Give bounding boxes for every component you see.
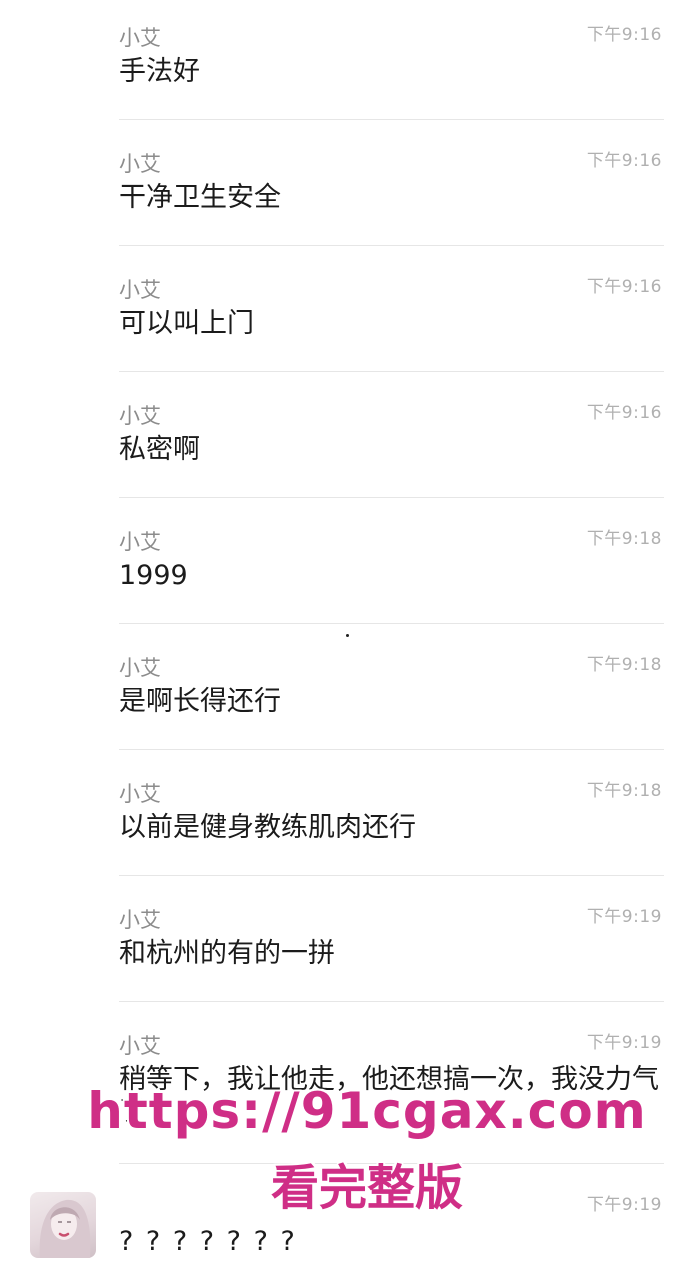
sender-name: 小艾 <box>119 278 161 302</box>
message-time: 下午9:19 <box>586 1033 662 1053</box>
message-text: 以前是健身教练肌肉还行 <box>119 812 416 843</box>
message-divider <box>119 1001 664 1002</box>
message-time: 下午9:16 <box>586 277 662 297</box>
sender-name: 小艾 <box>119 530 161 554</box>
message-time: 下午9:18 <box>586 529 662 549</box>
message-divider <box>119 875 664 876</box>
message-time: 下午9:18 <box>586 781 662 801</box>
message-item[interactable]: 小艾 下午9:16 手法好 <box>0 10 694 120</box>
message-time: 下午9:16 <box>586 25 662 45</box>
sender-name: 小艾 <box>119 404 161 428</box>
message-text: 私密啊 <box>119 434 200 465</box>
sender-name: 小艾 <box>119 908 161 932</box>
message-divider <box>119 497 664 498</box>
sender-name: 小艾 <box>119 26 161 50</box>
sender-name: 小艾 <box>119 656 161 680</box>
message-item[interactable]: 小艾 下午9:18 1999 <box>0 514 694 624</box>
message-text: 1999 <box>119 560 188 591</box>
watermark-caption: 看完整版 <box>270 1160 463 1216</box>
stray-dot <box>346 634 349 637</box>
message-item[interactable]: 小艾 下午9:18 以前是健身教练肌肉还行 <box>0 766 694 876</box>
message-divider <box>119 371 664 372</box>
message-divider <box>119 245 664 246</box>
message-text: 和杭州的有的一拼 <box>119 938 335 969</box>
sender-name: 小艾 <box>119 152 161 176</box>
message-divider <box>119 119 664 120</box>
message-item[interactable]: 小艾 下午9:18 是啊长得还行 <box>0 640 694 750</box>
message-time: 下午9:16 <box>586 151 662 171</box>
message-text: 手法好 <box>119 56 200 87</box>
message-text: ? ? ? ? ? ? ? <box>119 1226 297 1257</box>
message-item[interactable]: 小艾 下午9:16 干净卫生安全 <box>0 136 694 246</box>
message-divider <box>119 623 664 624</box>
message-time: 下午9:18 <box>586 655 662 675</box>
message-text: 是啊长得还行 <box>119 686 281 717</box>
sender-name: 小艾 <box>119 1034 161 1058</box>
message-divider <box>119 749 664 750</box>
message-item[interactable]: 小艾 下午9:16 可以叫上门 <box>0 262 694 372</box>
watermark-url: https://91cgax.com <box>87 1082 647 1140</box>
sender-name: 小艾 <box>119 782 161 806</box>
message-time: 下午9:19 <box>586 907 662 927</box>
message-time: 下午9:16 <box>586 403 662 423</box>
message-item[interactable]: 小艾 下午9:19 和杭州的有的一拼 <box>0 892 694 1002</box>
message-text: 干净卫生安全 <box>119 182 281 213</box>
message-text: 可以叫上门 <box>119 308 254 339</box>
message-item[interactable]: 小艾 下午9:16 私密啊 <box>0 388 694 498</box>
